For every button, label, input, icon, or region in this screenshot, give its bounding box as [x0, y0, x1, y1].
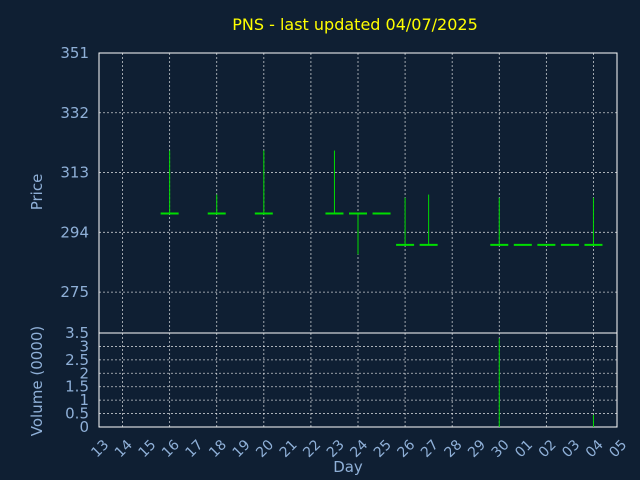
price-panel: 351 332 313 294 275 — [60, 44, 618, 334]
x-tick-label: 15 — [135, 437, 159, 461]
price-tick-label: 294 — [60, 223, 89, 241]
price-tick-label: 275 — [60, 283, 89, 301]
x-tick-label: 19 — [230, 437, 254, 461]
x-tick-label: 13 — [88, 437, 112, 461]
x-tick-label: 16 — [159, 437, 183, 461]
x-tick-label: 28 — [442, 437, 466, 461]
volume-axis-label: Volume (0000) — [28, 326, 46, 436]
x-tick-label: 20 — [253, 437, 277, 461]
x-tick-label: 17 — [183, 437, 207, 461]
x-tick-label: 27 — [418, 437, 442, 461]
price-tick-label: 332 — [60, 104, 89, 122]
x-tick-label: 05 — [606, 437, 630, 461]
volume-panel: 3.532.521.510.50 — [65, 324, 618, 436]
price-tick-label: 351 — [60, 44, 89, 62]
x-tick-label: 01 — [512, 437, 536, 461]
x-tick-label: 30 — [489, 437, 513, 461]
x-tick-label: 26 — [394, 437, 418, 461]
stock-chart: PNS - last updated 04/07/2025 351 332 313 2… — [28, 15, 630, 476]
x-tick-label: 21 — [277, 437, 301, 461]
x-tick-label: 14 — [112, 437, 136, 461]
x-tick-label: 02 — [536, 437, 560, 461]
price-tick-label: 313 — [60, 164, 89, 182]
x-tick-label: 03 — [559, 437, 583, 461]
price-axis-label: Price — [28, 174, 46, 211]
volume-tick-label: 0 — [79, 418, 89, 436]
x-tick-label: 25 — [371, 437, 395, 461]
x-tick-label: 04 — [583, 437, 607, 461]
volume-plot-frame — [98, 332, 618, 428]
x-axis-label: Day — [333, 458, 363, 476]
x-tick-label: 18 — [206, 437, 230, 461]
chart-title: PNS - last updated 04/07/2025 — [232, 15, 478, 34]
x-tick-label: 22 — [300, 437, 324, 461]
x-tick-label: 29 — [465, 437, 489, 461]
